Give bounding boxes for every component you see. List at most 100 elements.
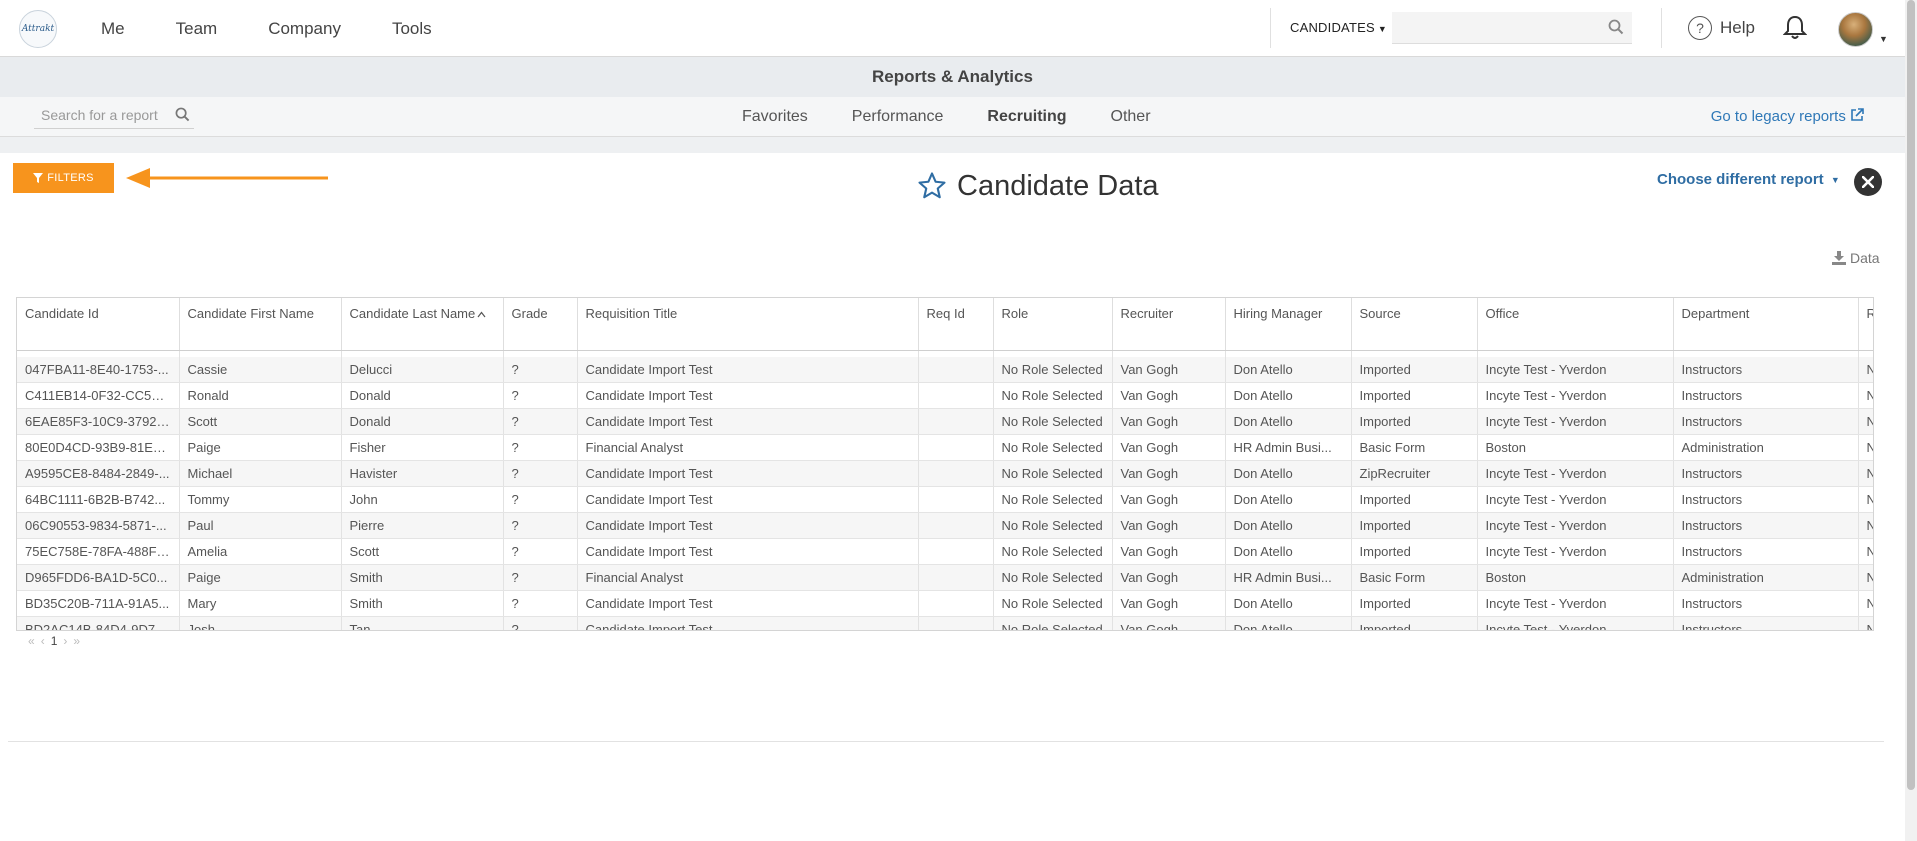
close-report-button[interactable] <box>1854 168 1882 196</box>
table-row[interactable]: 64BC1111-6B2B-B742... Tommy John? Candidate… <box>17 486 1873 513</box>
report-search-input[interactable] <box>34 102 171 128</box>
filters-button[interactable]: FILTERS <box>13 163 114 193</box>
table-row[interactable]: 06C90553-9834-5871-... Paul Pierre? Candida… <box>17 512 1873 539</box>
column-header[interactable]: Recruiter <box>1112 298 1226 351</box>
column-header-label: Role <box>1001 306 1029 321</box>
legacy-reports-link[interactable]: Go to legacy reports <box>1711 97 1864 136</box>
help-link[interactable]: ? Help <box>1688 0 1755 56</box>
nav-link-team[interactable]: Team <box>176 0 218 56</box>
table-row[interactable]: 6EAE85F3-10C9-3792-... Scott Donald? Candid… <box>17 408 1873 435</box>
table-cell <box>918 616 994 630</box>
column-header[interactable]: Candidate Last Name <box>341 298 504 351</box>
table-cell: Instructors <box>1673 357 1859 383</box>
bell-icon[interactable] <box>1783 15 1807 41</box>
column-header-label: Req Id <box>926 306 965 321</box>
first-page-icon[interactable]: « <box>28 634 35 648</box>
tab-favorites[interactable]: Favorites <box>742 97 808 136</box>
column-header-label: Recruiter <box>1120 306 1174 321</box>
table-cell: ? <box>503 382 578 409</box>
last-page-icon[interactable]: » <box>73 634 80 648</box>
search-icon[interactable] <box>175 107 190 122</box>
table-row[interactable]: D965FDD6-BA1D-5C0... Paige Smith? Financial… <box>17 564 1873 591</box>
pagination: « ‹ 1 › » <box>28 634 80 648</box>
table-cell: Imported <box>1351 538 1478 565</box>
table-cell: Boston <box>1477 564 1674 591</box>
report-title: Candidate Data <box>917 166 1159 206</box>
table-cell: Paige <box>179 434 342 461</box>
table-cell: Delucci <box>341 357 504 383</box>
star-favorite-icon[interactable] <box>917 171 947 201</box>
global-search-input[interactable] <box>1392 12 1632 44</box>
table-cell: Boston <box>1477 434 1674 461</box>
table-row[interactable]: C411EB14-0F32-CC59-... Ronald Donald? Candi… <box>17 382 1873 409</box>
column-header[interactable]: Department <box>1673 298 1859 351</box>
table-cell: ? <box>503 538 578 565</box>
column-header[interactable]: R <box>1858 298 1873 351</box>
company-logo[interactable]: Attrakt <box>19 10 57 48</box>
table-cell: Incyte Test - Yverdon <box>1477 590 1674 617</box>
caret-down-icon: ▼ <box>1377 24 1387 34</box>
filter-icon <box>33 173 44 183</box>
search-icon[interactable] <box>1608 19 1624 35</box>
table-cell: Imported <box>1351 616 1478 630</box>
column-header[interactable]: Req Id <box>918 298 994 351</box>
table-cell: Pierre <box>341 512 504 539</box>
user-avatar[interactable] <box>1838 12 1873 47</box>
table-cell: Candidate Import Test <box>577 408 919 435</box>
table-cell: Instructors <box>1673 538 1859 565</box>
candidate-data-table[interactable]: Candidate Id Candidate First Name Candidat… <box>16 297 1874 631</box>
report-title-text: Candidate Data <box>957 169 1159 202</box>
search-scope-dropdown[interactable]: CANDIDATES ▼ <box>1290 0 1387 57</box>
table-cell: Instructors <box>1673 408 1859 435</box>
table-cell: Candidate Import Test <box>577 357 919 383</box>
nav-link-tools[interactable]: Tools <box>392 0 432 56</box>
help-label: Help <box>1720 18 1755 37</box>
column-header-label: Candidate Last Name <box>349 306 476 321</box>
table-row[interactable]: A9595CE8-8484-2849-... Michael Havister? Ca… <box>17 460 1873 487</box>
download-data-button[interactable]: Data <box>1832 250 1880 266</box>
table-cell: Van Gogh <box>1112 382 1226 409</box>
table-cell: Don Atello <box>1225 460 1352 487</box>
caret-down-icon[interactable]: ▼ <box>1879 34 1888 44</box>
column-header[interactable]: Requisition Title <box>577 298 919 351</box>
column-header-label: Candidate First Name <box>187 306 314 321</box>
table-cell: Incyte Test - Yverdon <box>1477 486 1674 513</box>
column-header[interactable]: Hiring Manager <box>1225 298 1352 351</box>
choose-report-dropdown[interactable]: Choose different report ▼ <box>1657 171 1840 188</box>
column-header[interactable]: Candidate First Name <box>179 298 342 351</box>
column-header-label: Source <box>1359 306 1401 321</box>
column-header[interactable]: Grade <box>503 298 578 351</box>
table-cell: 64BC1111-6B2B-B742... <box>17 486 180 513</box>
tab-other[interactable]: Other <box>1111 97 1151 136</box>
table-cell: Van Gogh <box>1112 357 1226 383</box>
table-row[interactable]: 75EC758E-78FA-488F-... Amelia Scott? Candid… <box>17 538 1873 565</box>
table-cell: Van Gogh <box>1112 460 1226 487</box>
nav-link-company[interactable]: Company <box>268 0 341 56</box>
tab-performance[interactable]: Performance <box>852 97 944 136</box>
table-row[interactable]: BD2AC14B-84D4-9D7... Josh Tan? Candidate Im… <box>17 616 1873 630</box>
next-page-icon[interactable]: › <box>63 634 67 648</box>
current-page[interactable]: 1 <box>51 634 58 648</box>
table-cell: Mary <box>179 590 342 617</box>
caret-down-icon: ▼ <box>1830 175 1840 185</box>
column-header[interactable]: Office <box>1477 298 1674 351</box>
annotation-arrow-icon <box>126 168 328 188</box>
tab-recruiting[interactable]: Recruiting <box>987 97 1066 136</box>
table-cell: Don Atello <box>1225 357 1352 383</box>
table-row[interactable]: 80E0D4CD-93B9-81E9... Paige Fisher? Financi… <box>17 434 1873 461</box>
scrollbar-thumb[interactable] <box>1907 0 1915 790</box>
nav-link-me[interactable]: Me <box>101 0 125 56</box>
table-cell: Tan <box>341 616 504 630</box>
table-cell: Incyte Test - Yverdon <box>1477 616 1674 630</box>
search-scope-label: CANDIDATES <box>1290 20 1375 35</box>
column-header[interactable]: Candidate Id <box>17 298 180 351</box>
table-cell: No Role Selected <box>993 460 1113 487</box>
table-cell <box>918 564 994 591</box>
table-row[interactable]: 047FBA11-8E40-1753-... Cassie Delucci? Cand… <box>17 357 1873 383</box>
prev-page-icon[interactable]: ‹ <box>41 634 45 648</box>
column-header[interactable]: Role <box>993 298 1113 351</box>
column-header[interactable]: Source <box>1351 298 1478 351</box>
table-cell: N <box>1858 512 1873 539</box>
table-cell <box>918 512 994 539</box>
table-row[interactable]: BD35C20B-711A-91A5... Mary Smith? Candidate… <box>17 590 1873 617</box>
